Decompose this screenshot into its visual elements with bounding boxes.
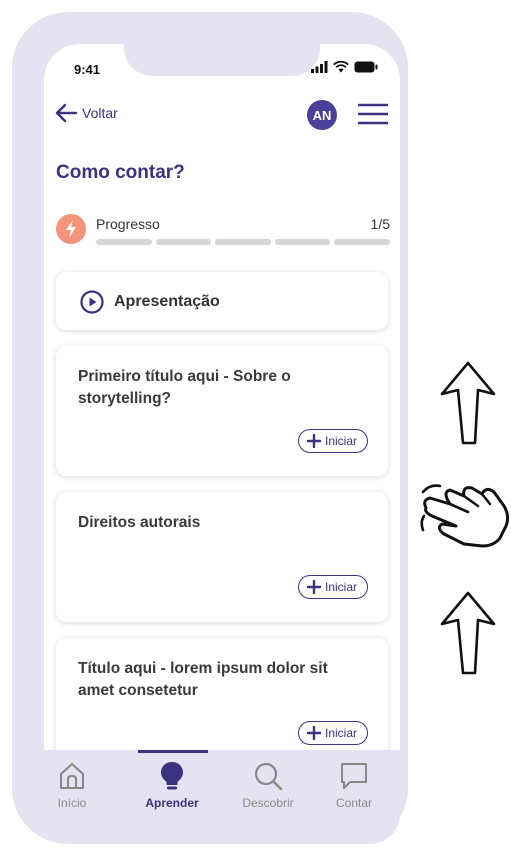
lightning-icon <box>66 220 76 238</box>
back-label: Voltar <box>82 105 118 121</box>
nav-label: Contar <box>335 796 373 810</box>
intro-label: Apresentação <box>114 293 220 310</box>
lesson-card: Título aqui - lorem ipsum dolor sit amet… <box>56 638 388 768</box>
plus-icon <box>306 580 321 594</box>
bottom-nav: Início Aprender Descobrir Contar <box>44 750 400 844</box>
hamburger-icon <box>357 103 389 125</box>
arrow-left-icon <box>55 103 78 123</box>
nav-label: Descobrir <box>242 796 294 810</box>
nav-label: Início <box>57 796 87 810</box>
signal-icon <box>311 61 328 73</box>
search-icon <box>254 762 283 791</box>
progress-segment <box>155 239 212 245</box>
nav-item-contar[interactable]: Contar <box>314 760 394 810</box>
page-title: Como contar? <box>56 162 185 183</box>
lesson-title: Título aqui - lorem ipsum dolor sit amet… <box>78 660 328 699</box>
start-button[interactable]: Iniciar <box>297 575 368 599</box>
progress-segment <box>96 239 152 245</box>
progress-segment <box>274 239 331 245</box>
chat-bubble-icon <box>341 763 367 789</box>
swipe-up-arrow-icon <box>440 361 496 445</box>
back-button[interactable]: Voltar <box>54 100 118 126</box>
lesson-card: Primeiro título aqui - Sobre o storytell… <box>56 346 388 476</box>
nav-item-aprender[interactable]: Aprender <box>132 760 212 810</box>
start-button[interactable]: Iniciar <box>297 721 368 745</box>
nav-active-indicator <box>138 750 208 753</box>
phone-notch <box>124 44 320 76</box>
progress-bar <box>96 239 390 245</box>
play-circle-icon <box>80 290 104 314</box>
hand-swipe-icon <box>420 484 510 548</box>
status-time: 9:41 <box>74 62 101 77</box>
lesson-title: Primeiro título aqui - Sobre o storytell… <box>78 368 291 407</box>
progress-segment <box>334 239 390 245</box>
nav-item-inicio[interactable]: Início <box>44 760 112 810</box>
plus-icon <box>306 726 321 740</box>
plus-icon <box>306 434 321 448</box>
nav-item-descobrir[interactable]: Descobrir <box>228 760 308 810</box>
nav-label: Aprender <box>145 796 199 810</box>
lightbulb-icon <box>161 762 183 790</box>
avatar[interactable]: AN <box>307 100 337 130</box>
lesson-card: Direitos autorais Iniciar <box>56 492 388 622</box>
lesson-title: Direitos autorais <box>78 514 201 531</box>
battery-icon <box>354 61 378 73</box>
intro-card[interactable]: Apresentação <box>56 272 388 330</box>
swipe-up-arrow-icon <box>440 591 496 675</box>
start-label: Iniciar <box>324 434 357 448</box>
start-label: Iniciar <box>324 580 357 594</box>
start-button[interactable]: Iniciar <box>297 429 368 453</box>
top-bar: Voltar AN <box>44 100 400 136</box>
progress-segment <box>215 239 271 245</box>
intro-content: Apresentação <box>80 290 220 314</box>
start-label: Iniciar <box>324 726 357 740</box>
wifi-icon <box>333 61 349 73</box>
status-icons <box>311 61 378 73</box>
phone-screen: 9:41 Voltar AN Como contar? Progresso 1/… <box>44 44 400 844</box>
progress-section: Progresso 1/5 <box>56 210 390 246</box>
home-icon <box>60 763 84 789</box>
phone-frame: 9:41 Voltar AN Como contar? Progresso 1/… <box>12 12 408 844</box>
bolt-badge <box>56 214 86 244</box>
progress-count: 1/5 <box>370 216 390 232</box>
menu-button[interactable] <box>357 102 389 130</box>
progress-label: Progresso <box>96 216 160 232</box>
